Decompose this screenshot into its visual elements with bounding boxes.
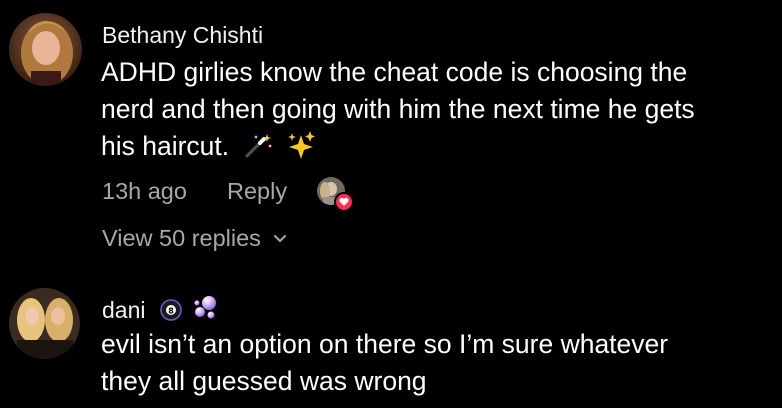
comment-text-last-line: his haircut. — [101, 128, 316, 169]
comment-item: Bethany Chishti ADHD girlies know the ch… — [0, 0, 782, 270]
reply-button[interactable]: Reply — [227, 178, 287, 205]
comment-text-line: they all guessed was wrong — [101, 366, 427, 396]
comment-username: dani 8 — [102, 295, 220, 327]
view-replies-label: View 50 replies — [102, 225, 261, 251]
comment-text-line: ADHD girlies know the cheat code is choo… — [101, 57, 688, 87]
comment-text-line: nerd and then going with him the next ti… — [101, 94, 695, 124]
comment-username-label[interactable]: dani — [102, 297, 145, 323]
chevron-down-icon — [273, 223, 287, 250]
view-replies-button[interactable]: View 50 replies — [102, 223, 287, 252]
comment-text-line: evil isn’t an option on there so I’m sur… — [101, 329, 669, 359]
comment-username[interactable]: Bethany Chishti — [102, 22, 263, 49]
avatar[interactable] — [9, 288, 80, 359]
comment-item: dani 8 evil isn’t an option on there so … — [0, 270, 782, 408]
comment-text-line: his haircut. — [101, 131, 230, 161]
magic-wand-emoji — [243, 132, 273, 169]
bubbles-badge — [192, 295, 220, 327]
avatar[interactable] — [9, 13, 82, 86]
sparkles-emoji — [286, 131, 316, 169]
svg-text:8: 8 — [168, 307, 174, 316]
eight-ball-badge: 8 — [160, 299, 182, 327]
comment-timestamp: 13h ago — [102, 178, 187, 204]
creator-liked-badge — [317, 177, 354, 212]
heart-icon — [334, 192, 354, 212]
